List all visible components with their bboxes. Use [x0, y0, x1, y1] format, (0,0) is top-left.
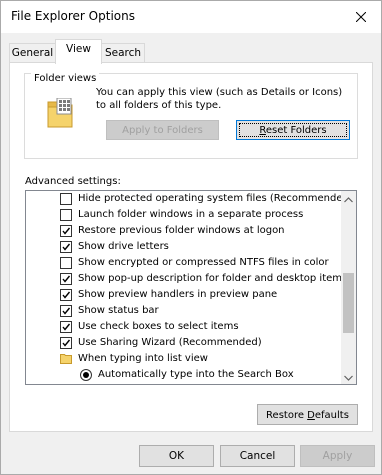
checkbox-checked[interactable]	[60, 225, 72, 237]
list-item-label: Use Sharing Wizard (Recommended)	[78, 337, 262, 348]
tab-search-label: Search	[104, 47, 142, 59]
checkmark-icon	[62, 275, 71, 283]
list-item-label: Show encrypted or compressed NTFS files …	[78, 257, 329, 268]
checkbox-checked[interactable]	[60, 337, 72, 349]
tab-view-label: View	[66, 43, 91, 55]
checkmark-icon	[62, 291, 71, 299]
list-item-label: When typing into list view	[78, 353, 208, 364]
checkbox-checked[interactable]	[60, 289, 72, 301]
restore-defaults-rest: efaults	[314, 410, 349, 421]
restore-defaults-prefix: Restore	[266, 410, 308, 421]
list-item-label: Show pop-up description for folder and d…	[78, 273, 348, 284]
apply-button[interactable]: Apply	[300, 445, 375, 467]
list-item-label: Restore previous folder windows at logon	[78, 225, 285, 236]
vertical-scrollbar[interactable]	[341, 191, 356, 384]
radio-button-selected[interactable]	[80, 369, 92, 381]
advanced-settings-list[interactable]: Hide protected operating system files (R…	[25, 190, 357, 385]
list-item-label: Launch folder windows in a separate proc…	[78, 209, 304, 220]
advanced-settings-label: Advanced settings:	[25, 176, 121, 187]
cancel-button[interactable]: Cancel	[220, 445, 295, 467]
ok-label: OK	[168, 450, 185, 462]
folder-icon	[60, 353, 72, 370]
list-item-label: Show drive letters	[78, 241, 169, 252]
close-icon	[356, 12, 366, 22]
title-bar: File Explorer Options	[1, 1, 381, 33]
folder-views-title: Folder views	[31, 73, 100, 85]
checkmark-icon	[62, 307, 71, 315]
view-tab-panel: Folder views You can apply this view (su…	[9, 62, 373, 432]
close-button[interactable]	[341, 1, 381, 33]
checkmark-icon	[62, 227, 71, 235]
reset-folders-label: eset Folders	[265, 125, 327, 136]
scroll-up-arrow-icon[interactable]	[344, 195, 353, 206]
list-item-label: Show preview handlers in preview pane	[78, 289, 278, 300]
list-item-label: Use check boxes to select items	[78, 321, 239, 332]
ok-button[interactable]: OK	[139, 445, 214, 467]
checkbox-checked[interactable]	[60, 321, 72, 333]
reset-folders-button[interactable]: Reset Folders	[236, 120, 350, 140]
checkmark-icon	[62, 339, 71, 347]
tab-general-label: General	[11, 47, 54, 59]
scroll-thumb[interactable]	[343, 273, 354, 333]
window-title: File Explorer Options	[11, 9, 135, 23]
list-item-label: Automatically type into the Search Box	[98, 369, 294, 380]
dialog-window: File Explorer Options General View Searc…	[0, 0, 382, 475]
apply-label: Apply	[322, 450, 353, 462]
scroll-down-arrow-icon[interactable]	[344, 373, 353, 384]
tab-search[interactable]: Search	[101, 43, 145, 63]
checkbox[interactable]	[60, 209, 72, 221]
folder-views-description: You can apply this view (such as Details…	[96, 87, 343, 111]
list-item-label: Show status bar	[78, 305, 159, 316]
checkbox-checked[interactable]	[60, 241, 72, 253]
cancel-label: Cancel	[239, 450, 276, 462]
checkmark-icon	[62, 323, 71, 331]
checkbox-checked[interactable]	[60, 305, 72, 317]
restore-defaults-button[interactable]: Restore Defaults	[257, 404, 358, 425]
checkbox[interactable]	[60, 257, 72, 269]
apply-to-folders-button[interactable]: Apply to Folders	[106, 120, 219, 140]
folder-views-group: Folder views You can apply this view (su…	[24, 73, 358, 159]
tab-general[interactable]: General	[9, 43, 56, 63]
list-item-label: Hide protected operating system files (R…	[78, 193, 353, 204]
tab-view[interactable]: View	[55, 39, 102, 64]
restore-defaults-mnemonic: D	[307, 410, 315, 421]
folder-view-icon	[47, 97, 73, 131]
apply-to-folders-label: Apply to Folders	[122, 125, 203, 136]
checkbox[interactable]	[60, 193, 72, 205]
checkmark-icon	[62, 243, 71, 251]
checkbox-checked[interactable]	[60, 273, 72, 285]
